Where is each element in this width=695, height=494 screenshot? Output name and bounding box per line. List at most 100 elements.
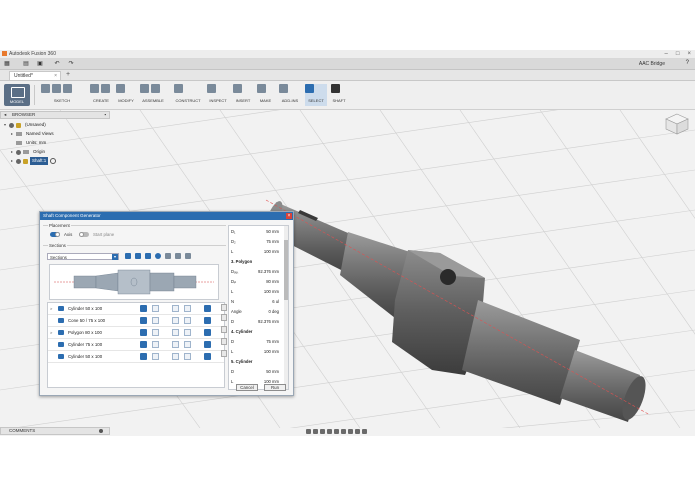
tab-close-icon[interactable]: × <box>54 72 57 81</box>
param-row[interactable]: D 75 mm <box>231 338 283 346</box>
tree-item-shaft[interactable]: ▸ Shaft:1 <box>11 157 57 165</box>
tree-item-origin[interactable]: ▸ Origin <box>11 148 47 156</box>
param-row[interactable]: D₂ 75 mm <box>231 238 283 246</box>
remove-button[interactable] <box>221 350 227 357</box>
save-icon[interactable]: ▣ <box>37 61 43 67</box>
thread-icon[interactable] <box>184 317 191 324</box>
section-row-3[interactable]: > Polygon 80 x 100 <box>48 327 224 339</box>
grid-menu-icon[interactable]: ▦ <box>4 61 10 67</box>
param-value[interactable]: 92.376 mm <box>258 268 279 276</box>
chamfer-left-icon[interactable] <box>140 341 147 348</box>
grid-settings-icon[interactable] <box>348 428 353 434</box>
thread-icon[interactable] <box>184 329 191 336</box>
param-row[interactable]: N 6 ul <box>231 298 283 306</box>
param-row[interactable]: D 50 mm <box>231 368 283 376</box>
param-value[interactable]: 100 mm <box>264 288 279 296</box>
param-row[interactable]: L 100 mm <box>231 248 283 256</box>
zoom-icon[interactable] <box>327 428 332 434</box>
param-row[interactable]: D₁ 50 mm <box>231 228 283 236</box>
chamfer-right-icon[interactable] <box>204 353 211 360</box>
groove-icon[interactable] <box>172 305 179 312</box>
visibility-icon[interactable] <box>16 149 21 155</box>
help-icon[interactable]: ? <box>686 60 689 66</box>
add-ins-group[interactable]: ADD-INS <box>279 84 301 106</box>
params-scrollbar[interactable] <box>284 226 288 389</box>
minimize-icon[interactable]: – <box>665 50 668 58</box>
scrollbar-thumb[interactable] <box>284 240 288 300</box>
cone-icon[interactable] <box>135 253 141 259</box>
orbit-icon[interactable] <box>306 428 311 434</box>
section-row-2[interactable]: Cone 50 / 75 x 100 <box>48 315 224 327</box>
expand-icon[interactable]: > <box>50 330 52 335</box>
param-value[interactable]: 100 mm <box>264 248 279 256</box>
tree-item-root[interactable]: ▾ (Unsaved) <box>4 121 48 129</box>
param-value[interactable]: 0 deg <box>269 308 279 316</box>
tree-item-units[interactable]: Units: mm <box>16 139 48 147</box>
move-down-button[interactable] <box>221 314 227 321</box>
chamfer-left-icon[interactable] <box>140 353 147 360</box>
param-value[interactable]: 75 mm <box>266 238 279 246</box>
keyway-icon[interactable] <box>152 353 159 360</box>
insert-group[interactable]: INSERT <box>233 84 253 106</box>
chamfer-right-icon[interactable] <box>204 305 211 312</box>
view-cube[interactable] <box>665 113 689 135</box>
select-group[interactable]: SELECT <box>305 84 327 106</box>
cross-hole-icon[interactable] <box>152 329 159 336</box>
start-plane-toggle[interactable] <box>79 232 89 237</box>
cancel-button[interactable]: Cancel <box>236 384 258 391</box>
maximize-icon[interactable]: □ <box>676 50 680 58</box>
param-value[interactable]: 92.376 mm <box>258 318 279 326</box>
comments-toggle-icon[interactable] <box>99 429 103 433</box>
groove-icon[interactable] <box>172 341 179 348</box>
param-value[interactable]: 100 mm <box>264 348 279 356</box>
browser-panel-header[interactable]: ◂ BROWSER ▪ <box>0 111 110 119</box>
close-window-icon[interactable]: × <box>687 50 691 58</box>
radio-icon[interactable] <box>50 158 57 164</box>
create-group[interactable]: CREATE <box>90 84 112 106</box>
param-row[interactable]: D 92.376 mm <box>231 318 283 326</box>
param-value[interactable]: 75 mm <box>266 338 279 346</box>
file-icon[interactable]: ▤ <box>23 61 29 67</box>
bore-icon[interactable] <box>165 253 171 259</box>
groove-icon[interactable] <box>172 353 179 360</box>
delete-icon[interactable] <box>185 253 191 259</box>
expand-icon[interactable]: > <box>50 306 52 311</box>
comments-panel[interactable]: COMMENTS <box>0 427 110 435</box>
modify-group[interactable]: MODIFY <box>116 84 136 106</box>
param-row[interactable]: Dₒᵤₜ 92.376 mm <box>231 268 283 276</box>
thread-icon[interactable] <box>184 305 191 312</box>
section-row-5[interactable]: Cylinder 50 x 100 <box>48 351 224 363</box>
inspect-group[interactable]: INSPECT <box>207 84 229 106</box>
param-row[interactable]: L 100 mm <box>231 348 283 356</box>
move-up-button[interactable] <box>221 304 227 311</box>
environment-icon[interactable] <box>362 428 367 434</box>
visibility-icon[interactable] <box>9 122 14 128</box>
param-value[interactable]: 80 mm <box>266 278 279 286</box>
param-value[interactable]: 50 mm <box>266 368 279 376</box>
pan-icon[interactable] <box>320 428 325 434</box>
split-button[interactable] <box>221 338 227 345</box>
assemble-group[interactable]: ASSEMBLE <box>140 84 166 106</box>
thread-icon[interactable] <box>184 341 191 348</box>
cylinder-icon[interactable] <box>125 253 131 259</box>
display-settings-icon[interactable] <box>341 428 346 434</box>
tree-item-named-views[interactable]: ▸ Named Views <box>11 130 56 138</box>
sections-select[interactable]: Sections ▾ <box>47 253 119 260</box>
run-button[interactable]: Run <box>264 384 286 391</box>
tab-untitled[interactable]: Untitled* × <box>9 71 61 80</box>
polygon-icon[interactable] <box>145 253 151 259</box>
collapse-icon[interactable]: ◂ <box>4 112 6 118</box>
pin-icon[interactable]: ▪ <box>104 112 106 118</box>
axis-toggle[interactable] <box>50 232 60 237</box>
chamfer-right-icon[interactable] <box>204 341 211 348</box>
shaft-group[interactable]: SHAFT <box>331 84 347 106</box>
insert-button[interactable] <box>221 326 227 333</box>
param-value[interactable]: 50 mm <box>266 228 279 236</box>
keyway-icon[interactable] <box>152 341 159 348</box>
look-at-icon[interactable] <box>313 428 318 434</box>
user-name[interactable]: AAC Bridge <box>639 61 665 67</box>
chamfer-right-icon[interactable] <box>204 317 211 324</box>
groove-icon[interactable] <box>172 317 179 324</box>
keyway-icon[interactable] <box>152 317 159 324</box>
section-row-1[interactable]: > Cylinder 50 x 100 <box>48 303 224 315</box>
